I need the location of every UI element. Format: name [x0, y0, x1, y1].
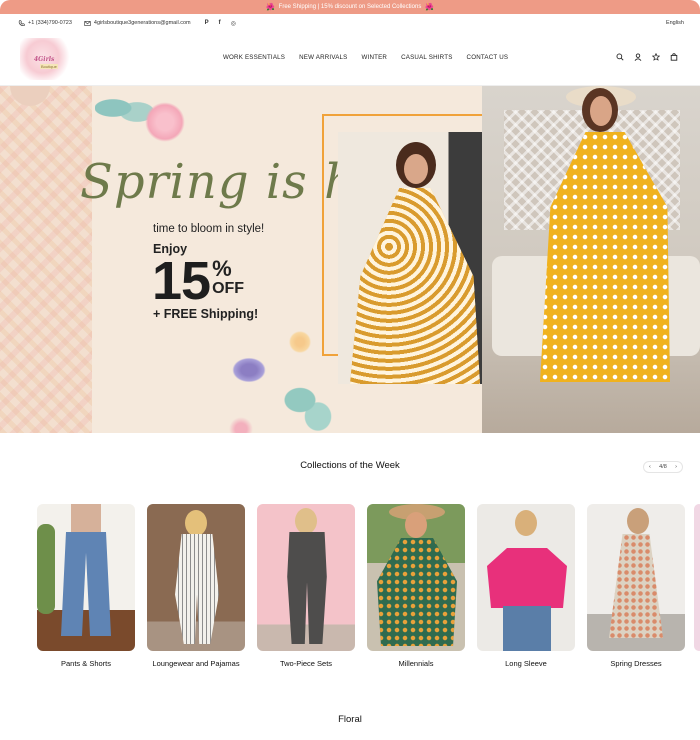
- pink-flower-decoration: [145, 102, 185, 142]
- pinterest-icon[interactable]: P: [205, 20, 209, 27]
- nav-contact-us[interactable]: CONTACT US: [467, 54, 509, 61]
- collection-card[interactable]: Loungewear and Pajamas: [147, 504, 245, 668]
- collection-card[interactable]: Millennials: [367, 504, 465, 668]
- language-selector[interactable]: English: [666, 20, 684, 26]
- email-address: 4girlsboutique3generations@gmail.com: [93, 20, 191, 26]
- chevron-right-icon[interactable]: ›: [675, 464, 677, 470]
- nav-new-arrivals[interactable]: NEW ARRIVALS: [299, 54, 347, 61]
- collections-pager: ‹ 4/8 ›: [643, 461, 683, 473]
- facebook-icon[interactable]: f: [219, 20, 221, 27]
- social-links: P f ◎: [205, 20, 236, 27]
- collection-image[interactable]: [147, 504, 245, 651]
- collection-label: Loungewear and Pajamas: [152, 659, 240, 668]
- paisley-dress: [350, 188, 480, 384]
- hero-free-shipping: + FREE Shipping!: [153, 307, 259, 321]
- discount-suffix: % OFF: [212, 258, 244, 298]
- phone-contact[interactable]: +1 (334)790-0723: [18, 19, 72, 27]
- logo-text: 4Girls: [34, 55, 55, 63]
- hero-banner[interactable]: Spring is here time to bloom in style! E…: [0, 86, 700, 433]
- collection-card[interactable]: Spring Dresses: [587, 504, 685, 668]
- phone-number: +1 (334)790-0723: [28, 20, 72, 26]
- phone-icon: [18, 19, 25, 26]
- collection-label: Spring Dresses: [610, 659, 662, 668]
- nav-casual-shirts[interactable]: CASUAL SHIRTS: [401, 54, 452, 61]
- account-icon[interactable]: [634, 53, 642, 61]
- hero-tagline: time to bloom in style!: [153, 223, 265, 235]
- header-icons: [616, 53, 678, 61]
- collections-title: Collections of the Week: [300, 460, 400, 471]
- chevron-left-icon[interactable]: ‹: [649, 464, 651, 470]
- yellow-flower-decoration: [288, 330, 312, 354]
- utility-bar: +1 (334)790-0723 4girlsboutique3generati…: [0, 14, 700, 32]
- main-nav: WORK ESSENTIALS NEW ARRIVALS WINTER CASU…: [223, 54, 508, 61]
- announcement-bar: 🌺 Free Shipping | 15% discount on Select…: [0, 0, 700, 14]
- hero-left-model-image: [0, 86, 92, 433]
- pager-count: 4/8: [659, 464, 667, 470]
- collection-card-peek[interactable]: [694, 504, 700, 651]
- discount-number: 15: [152, 251, 211, 311]
- site-header: 4Girls Boutique WORK ESSENTIALS NEW ARRI…: [0, 32, 700, 86]
- search-icon[interactable]: [616, 53, 624, 61]
- announcement-text: Free Shipping | 15% discount on Selected…: [278, 4, 422, 10]
- hero-discount: 15 % OFF: [152, 254, 244, 308]
- wishlist-icon[interactable]: [652, 53, 660, 61]
- discount-off: OFF: [212, 280, 245, 297]
- flower-icon: 🌺: [265, 4, 275, 11]
- logo[interactable]: 4Girls Boutique: [20, 37, 70, 80]
- model-face: [404, 154, 428, 184]
- collection-image[interactable]: [477, 504, 575, 651]
- collection-label: Millennials: [398, 659, 434, 668]
- purple-flower-decoration: [230, 356, 268, 384]
- flower-icon: 🌺: [425, 4, 435, 11]
- collection-image[interactable]: [37, 504, 135, 651]
- collection-label: Pants & Shorts: [60, 659, 112, 668]
- cart-icon[interactable]: [670, 53, 678, 61]
- collection-image[interactable]: [257, 504, 355, 651]
- mail-icon: [84, 20, 91, 26]
- collection-image[interactable]: [367, 504, 465, 651]
- hero-center-photo: [338, 132, 496, 384]
- collection-label: Long Sleeve: [505, 659, 547, 668]
- percent-sign: %: [212, 256, 232, 281]
- collection-label: Two-Piece Sets: [279, 659, 333, 668]
- model-face: [590, 96, 612, 126]
- instagram-icon[interactable]: ◎: [231, 20, 236, 27]
- nav-work-essentials[interactable]: WORK ESSENTIALS: [223, 54, 285, 61]
- pink-flower-decoration: [226, 416, 256, 433]
- email-contact[interactable]: 4girlsboutique3generations@gmail.com: [84, 20, 191, 27]
- collection-image[interactable]: [587, 504, 685, 651]
- hero-right-photo: [482, 86, 700, 433]
- collections-carousel: Pants & Shorts Loungewear and Pajamas Tw…: [37, 504, 685, 668]
- collection-card[interactable]: Long Sleeve: [477, 504, 575, 668]
- collection-card[interactable]: Pants & Shorts: [37, 504, 135, 668]
- nav-winter[interactable]: WINTER: [362, 54, 388, 61]
- collection-card[interactable]: Two-Piece Sets: [257, 504, 355, 668]
- eucalyptus-decoration: [282, 378, 342, 433]
- floral-section-title: Floral: [338, 714, 362, 725]
- logo-subtext: Boutique: [40, 63, 58, 69]
